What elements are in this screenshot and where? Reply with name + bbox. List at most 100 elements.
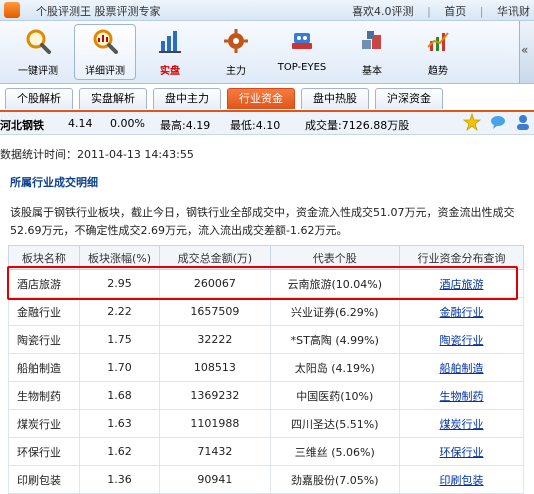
- btn-label: 主力: [226, 66, 246, 77]
- sector-query-link[interactable]: 船舶制造: [440, 362, 484, 375]
- link-huaxun[interactable]: 华讯财: [497, 5, 530, 18]
- sector-amount: 260067: [159, 269, 271, 298]
- btn-detail-eval[interactable]: 详细评测: [74, 24, 136, 80]
- sector-change: 2.22: [78, 297, 161, 326]
- main-toolbar: 一键评测 详细评测 实盘 主力 TOP-EYES 基本 趋势: [0, 21, 534, 84]
- sector-amount: 108513: [159, 353, 271, 382]
- data-stat-time: 数据统计时间：2011-04-13 14:43:55: [0, 148, 194, 161]
- tab-sh-sz-funds[interactable]: 沪深资金: [375, 88, 443, 109]
- sector-change: 1.63: [78, 409, 161, 438]
- sector-name: 煤炭行业: [8, 409, 80, 438]
- sector-query-cell: 陶瓷行业: [399, 325, 524, 354]
- boxes-icon: [362, 31, 381, 49]
- sector-query-cell: 生物制药: [399, 381, 524, 410]
- table-row: 生物制药 1.68 1369232 中国医药(10%) 生物制药: [8, 381, 524, 410]
- table-row: 陶瓷行业 1.75 32222 *ST高陶 (4.99%) 陶瓷行业: [8, 325, 524, 354]
- title-bar: 个股评测王 股票评测专家 喜欢4.0评测 | 首页 | 华讯财: [0, 0, 534, 21]
- btn-label: 基本: [362, 66, 382, 77]
- stock-name: 河北钢铁: [0, 119, 44, 132]
- star-icon[interactable]: [463, 113, 481, 131]
- sector-query-link[interactable]: 金融行业: [440, 306, 484, 319]
- sector-name: 生物制药: [8, 381, 80, 410]
- table-row: 酒店旅游 2.95 260067 云南旅游(10.04%) 酒店旅游: [8, 269, 524, 298]
- col-sector-change: 板块涨幅(%): [78, 245, 161, 270]
- sector-change: 1.75: [78, 325, 161, 354]
- sector-amount: 90941: [159, 465, 271, 494]
- gear-icon: [224, 29, 248, 53]
- btn-label: 实盘: [160, 66, 180, 77]
- link-home[interactable]: 首页: [444, 5, 466, 18]
- sector-query-link[interactable]: 环保行业: [440, 446, 484, 459]
- stock-change: 0.00%: [110, 117, 145, 130]
- btn-label: 详细评测: [85, 66, 125, 77]
- sector-stock: 劲嘉股份(7.05%): [269, 465, 401, 494]
- sector-stock: *ST高陶 (4.99%): [269, 325, 401, 354]
- sector-amount: 71432: [159, 437, 271, 466]
- section-title: 所属行业成交明细: [10, 176, 98, 189]
- btn-trend[interactable]: 趋势: [408, 25, 468, 79]
- tab-intraday-hot-stocks[interactable]: 盘中热股: [301, 88, 369, 109]
- sector-amount: 1101988: [159, 409, 271, 438]
- top-links: 喜欢4.0评测 | 首页 | 华讯财: [342, 3, 530, 19]
- btn-top-eyes[interactable]: TOP-EYES: [272, 25, 332, 79]
- app-logo-icon: [4, 2, 20, 18]
- table-row: 煤炭行业 1.63 1101988 四川圣达(5.51%) 煤炭行业: [8, 409, 524, 438]
- sector-name: 船舶制造: [8, 353, 80, 382]
- sector-stock: 云南旅游(10.04%): [269, 269, 401, 298]
- btn-one-click-eval[interactable]: 一键评测: [8, 25, 68, 79]
- sector-query-cell: 印刷包装: [399, 465, 524, 494]
- separator: |: [479, 5, 484, 18]
- col-representative-stock: 代表个股: [269, 245, 401, 270]
- sector-stock: 中国医药(10%): [269, 381, 401, 410]
- stock-price: 4.14: [68, 117, 93, 130]
- sector-query-link[interactable]: 生物制药: [440, 390, 484, 403]
- sector-query-link[interactable]: 陶瓷行业: [440, 334, 484, 347]
- col-total-amount: 成交总金额(万): [159, 245, 271, 270]
- industry-table: 板块名称 板块涨幅(%) 成交总金额(万) 代表个股 行业资金分布查询 酒店旅游…: [8, 245, 524, 494]
- sector-query-cell: 船舶制造: [399, 353, 524, 382]
- tab-stock-analysis[interactable]: 个股解析: [5, 88, 73, 109]
- double-chevron-left-icon: «: [521, 43, 529, 57]
- industry-description: 该股属于钢铁行业板块，截止今日，钢铁行业全部成交中，资金流入性成交51.07万元…: [10, 206, 515, 237]
- sector-amount: 1369232: [159, 381, 271, 410]
- table-row: 环保行业 1.62 71432 三维丝 (5.06%) 环保行业: [8, 437, 524, 466]
- quote-icons: [459, 113, 532, 133]
- sector-amount: 32222: [159, 325, 271, 354]
- sector-query-link[interactable]: 煤炭行业: [440, 418, 484, 431]
- btn-live[interactable]: 实盘: [140, 25, 200, 79]
- sector-change: 2.95: [78, 269, 161, 298]
- table-header-row: 板块名称 板块涨幅(%) 成交总金额(万) 代表个股 行业资金分布查询: [8, 245, 524, 270]
- separator: |: [427, 5, 431, 18]
- col-fund-query: 行业资金分布查询: [399, 245, 524, 270]
- sector-name: 环保行业: [8, 437, 80, 466]
- sector-query-cell: 环保行业: [399, 437, 524, 466]
- btn-fundamental[interactable]: 基本: [342, 25, 402, 79]
- btn-label: 一键评测: [18, 66, 58, 77]
- btn-main-force[interactable]: 主力: [206, 25, 266, 79]
- sector-name: 金融行业: [8, 297, 80, 326]
- stock-high: 最高:4.19: [160, 119, 211, 132]
- sector-stock: 兴业证券(6.29%): [269, 297, 401, 326]
- sector-query-cell: 酒店旅游: [399, 269, 524, 298]
- tab-live-analysis[interactable]: 实盘解析: [79, 88, 147, 109]
- btn-label: TOP-EYES: [277, 62, 327, 73]
- detail-magnifier-icon: [93, 29, 118, 54]
- table-row: 印刷包装 1.36 90941 劲嘉股份(7.05%) 印刷包装: [8, 465, 524, 494]
- trend-icon: [427, 32, 449, 51]
- col-sector-name: 板块名称: [8, 245, 80, 270]
- sector-name: 酒店旅游: [8, 269, 80, 298]
- toolbar-scroll-button[interactable]: «: [519, 21, 534, 83]
- chat-icon[interactable]: [489, 113, 507, 131]
- user-icon[interactable]: [514, 113, 532, 131]
- sector-change: 1.70: [78, 353, 161, 382]
- quote-bar: 河北钢铁 4.14 0.00% 最高:4.19 最低:4.10 成交量:7126…: [0, 112, 534, 135]
- sector-change: 1.68: [78, 381, 161, 410]
- sector-change: 1.62: [78, 437, 161, 466]
- tab-intraday-main-force[interactable]: 盘中主力: [153, 88, 221, 109]
- tab-industry-funds[interactable]: 行业资金: [227, 88, 295, 109]
- sector-query-link[interactable]: 酒店旅游: [440, 278, 484, 291]
- eyes-icon: [292, 33, 312, 49]
- sector-stock: 太阳岛 (4.19%): [269, 353, 401, 382]
- sector-name: 陶瓷行业: [8, 325, 80, 354]
- link-like-4[interactable]: 喜欢4.0评测: [352, 5, 414, 18]
